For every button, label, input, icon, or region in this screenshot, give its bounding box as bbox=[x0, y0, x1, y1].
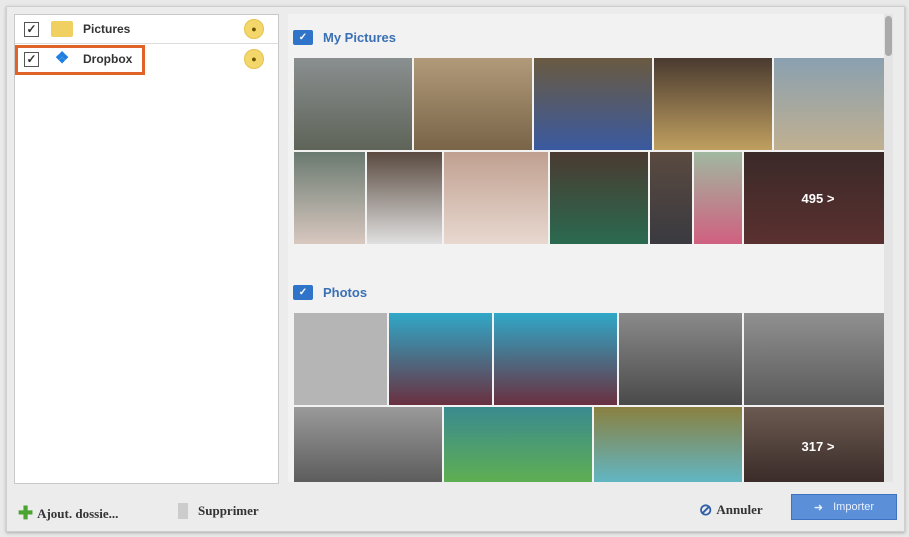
photo-thumbnail[interactable] bbox=[549, 151, 649, 245]
preview-pane: ✓ My Pictures 495 > ✓ Photos 317 > bbox=[288, 14, 893, 482]
photo-thumbnail[interactable] bbox=[443, 151, 549, 245]
photo-thumbnail[interactable] bbox=[533, 57, 653, 151]
photo-thumbnail[interactable] bbox=[618, 312, 743, 406]
photo-thumbnail[interactable] bbox=[293, 406, 443, 482]
section-header: ✓ Photos bbox=[293, 285, 367, 300]
photo-thumbnail[interactable] bbox=[293, 312, 388, 406]
photo-thumbnail[interactable] bbox=[493, 312, 618, 406]
import-button[interactable]: ➜ Importer bbox=[791, 494, 897, 520]
source-list: ✓ Pictures ● ✓ ❖ Dropbox ● bbox=[14, 14, 279, 484]
photo-thumbnail[interactable] bbox=[293, 151, 366, 245]
photo-thumbnail[interactable] bbox=[693, 151, 743, 245]
delete-button[interactable]: Supprimer bbox=[178, 503, 259, 519]
cancel-icon: ⊘ bbox=[699, 502, 713, 519]
photo-thumbnail[interactable] bbox=[743, 312, 893, 406]
photo-thumbnail[interactable] bbox=[649, 151, 693, 245]
photo-thumbnail[interactable] bbox=[773, 57, 893, 151]
trash-icon bbox=[178, 503, 188, 519]
photo-thumbnail[interactable] bbox=[366, 151, 443, 245]
photo-thumbnail[interactable] bbox=[293, 57, 413, 151]
photo-thumbnail[interactable] bbox=[653, 57, 773, 151]
pictures-folder-icon bbox=[51, 21, 73, 37]
folder-icon: ✓ bbox=[293, 30, 313, 45]
add-folder-button[interactable]: ✚ Ajout. dossie... bbox=[18, 503, 118, 524]
lock-badge-icon: ● bbox=[244, 49, 264, 69]
source-label: Pictures bbox=[83, 22, 131, 36]
checkbox[interactable]: ✓ bbox=[24, 21, 39, 37]
section-header: ✓ My Pictures bbox=[293, 30, 396, 45]
photo-thumbnail[interactable] bbox=[388, 312, 493, 406]
arrow-right-icon: ➜ bbox=[813, 501, 824, 514]
more-photos-tile[interactable]: 317 > bbox=[743, 406, 893, 482]
plus-icon: ✚ bbox=[18, 503, 34, 523]
cancel-button[interactable]: ⊘ Annuler bbox=[699, 500, 763, 520]
source-item-pictures[interactable]: ✓ Pictures ● bbox=[15, 15, 278, 44]
photo-thumbnail[interactable] bbox=[443, 406, 593, 482]
more-photos-tile[interactable]: 495 > bbox=[743, 151, 893, 245]
photo-thumbnail[interactable] bbox=[593, 406, 743, 482]
scrollbar[interactable] bbox=[884, 14, 893, 482]
selection-highlight bbox=[15, 45, 145, 75]
lock-badge-icon: ● bbox=[244, 19, 264, 39]
folder-icon: ✓ bbox=[293, 285, 313, 300]
photo-thumbnail[interactable] bbox=[413, 57, 533, 151]
